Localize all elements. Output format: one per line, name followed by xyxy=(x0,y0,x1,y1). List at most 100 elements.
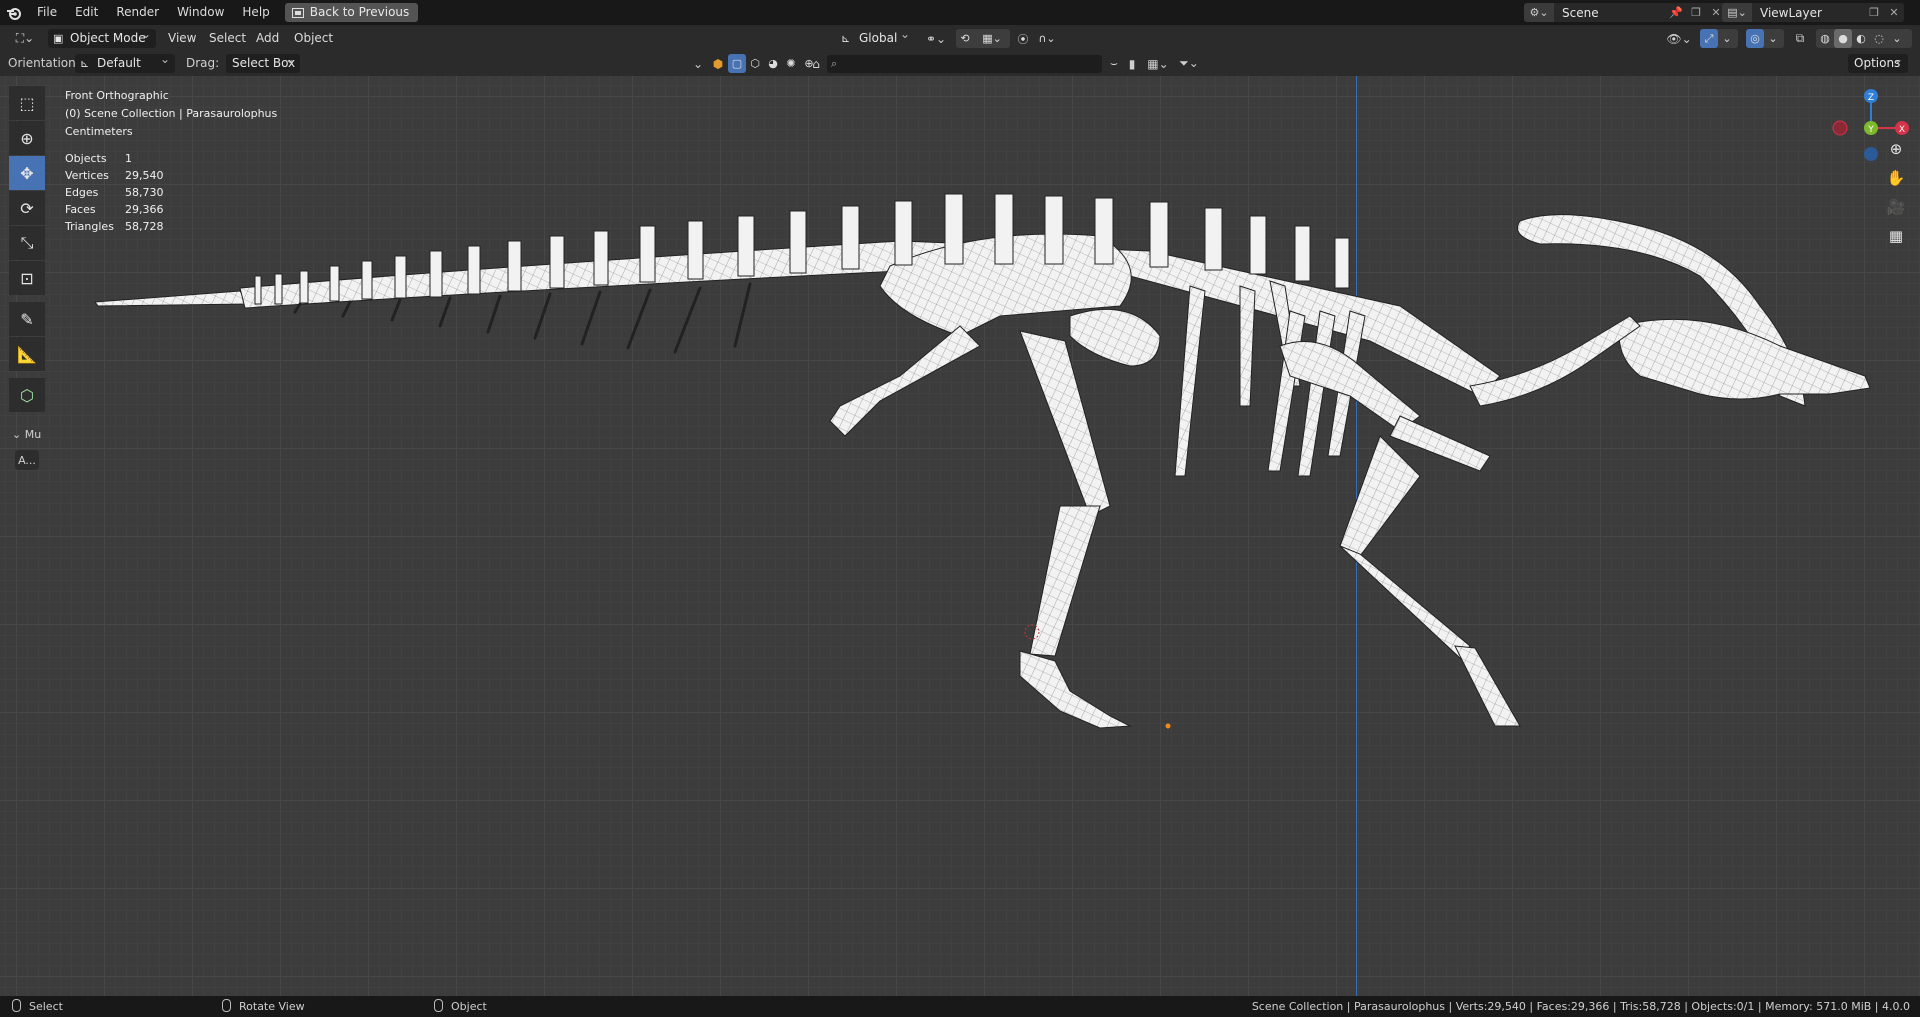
gizmo-dropdown-icon[interactable]: ⌄ xyxy=(1718,29,1736,48)
toolbar-extra-button[interactable]: A... xyxy=(15,450,39,470)
orientation-dropdown[interactable]: ⊾ Default xyxy=(75,50,175,73)
snap-toggle-icon[interactable]: ⟲ xyxy=(956,29,974,48)
view-name: Front Orthographic xyxy=(65,89,169,102)
collapse-chevron-icon[interactable]: ⌄ xyxy=(690,54,706,73)
select-mode-icon[interactable]: ▢ xyxy=(728,54,746,73)
outliner-search-input[interactable]: ⌕ xyxy=(827,55,1102,73)
orientation-value: Default xyxy=(97,56,141,70)
view-layer-selector[interactable]: ▤⌄ ViewLayer ❐ ✕ xyxy=(1722,3,1904,22)
toolbar-collapse-label: Mu xyxy=(24,428,42,441)
zoom-icon[interactable]: ⊕ xyxy=(1881,136,1911,162)
overlays-dropdown-icon[interactable]: ⌄ xyxy=(1764,29,1782,48)
select-box-tool-icon[interactable]: ⬚ xyxy=(9,86,45,120)
curve-filter-icon[interactable]: ◕ xyxy=(764,54,782,73)
options-dropdown[interactable]: Options xyxy=(1848,50,1908,73)
orientation-axes-icon: ⊾ xyxy=(841,32,851,45)
light-filter-icon[interactable]: ✺ xyxy=(782,54,800,73)
ortho-grid-icon[interactable]: ▦ xyxy=(1881,223,1911,249)
viewport-info: Front Orthographic (0) Scene Collection … xyxy=(65,87,277,141)
menu-window[interactable]: Window xyxy=(168,0,233,25)
new-view-layer-icon[interactable]: ❐ xyxy=(1864,3,1884,22)
camera-view-icon[interactable]: 🎥 xyxy=(1881,194,1911,220)
stat-row-faces: Faces 29,366 xyxy=(65,203,164,216)
proportional-editing-icon[interactable]: ⦿ xyxy=(1014,29,1032,48)
menu-file[interactable]: File xyxy=(28,0,66,25)
blender-logo-icon[interactable] xyxy=(0,0,28,25)
mesh-filter-icon[interactable]: ⬡ xyxy=(746,54,764,73)
neg-z-axis-icon[interactable] xyxy=(1864,147,1878,161)
empty-filter-icon[interactable]: ⌂ xyxy=(808,54,824,73)
status-info: Scene Collection | Parasaurolophus | Ver… xyxy=(1251,1000,1910,1013)
object-mode-icon: ▣ xyxy=(53,32,64,45)
orientation-label: Orientation: xyxy=(8,56,80,70)
pan-hand-icon[interactable]: ✋ xyxy=(1881,165,1911,191)
xray-toggle-icon[interactable]: ⧉ xyxy=(1790,29,1810,48)
shading-group: ◍ ● ◐ ◌ ⌄ xyxy=(1816,29,1912,48)
back-to-previous-label: Back to Previous xyxy=(309,5,410,19)
menu-object[interactable]: Object xyxy=(294,29,333,48)
menu-render[interactable]: Render xyxy=(107,0,168,25)
y-axis-label: Y xyxy=(1867,125,1874,135)
visibility-icon[interactable]: 👁⌄ xyxy=(1664,29,1694,48)
menu-help[interactable]: Help xyxy=(233,0,278,25)
move-tool-icon[interactable]: ✥ xyxy=(9,156,45,190)
filter-icon[interactable]: ⏷⌄ xyxy=(1174,54,1204,73)
drag-label: Drag: xyxy=(186,56,220,70)
menu-select[interactable]: Select xyxy=(209,29,246,48)
collapse-arrow-icon: ⌄ xyxy=(12,428,22,441)
neg-x-axis-icon[interactable] xyxy=(1832,120,1848,136)
gizmo-toggle-icon[interactable]: ⤢ xyxy=(1700,29,1718,48)
material-shading-icon[interactable]: ◐ xyxy=(1852,29,1870,48)
menu-view[interactable]: View xyxy=(168,29,196,48)
drag-value: Select Box xyxy=(232,56,296,70)
measure-tool-icon[interactable]: 📐 xyxy=(9,337,45,371)
scene-icon: ⚙⌄ xyxy=(1524,3,1554,22)
parasaurolophus-mesh[interactable] xyxy=(0,76,1920,996)
bookmark-icon[interactable]: ▮ xyxy=(1124,54,1140,73)
proportional-group: ⦿ ∩⌄ xyxy=(1014,29,1062,48)
solid-shading-icon[interactable]: ● xyxy=(1834,29,1852,48)
cursor-tool-icon[interactable]: ⊕ xyxy=(9,121,45,155)
pivot-point-icon[interactable]: ⚭⌄ xyxy=(922,29,950,48)
scene-selector[interactable]: ⚙⌄ Scene 📌 ❐ ✕ xyxy=(1524,3,1726,22)
tool-shelf: ⬚ ⊕ ✥ ⟳ ⤡ ⊡ ✎ 📐 ⬡ xyxy=(9,86,47,413)
delete-view-layer-icon[interactable]: ✕ xyxy=(1884,3,1904,22)
mouse-middle-icon xyxy=(222,999,231,1012)
object-filter-icon[interactable]: ⬢ xyxy=(710,54,726,73)
rendered-shading-icon[interactable]: ◌ xyxy=(1870,29,1888,48)
new-scene-icon[interactable]: ❐ xyxy=(1686,3,1706,22)
mode-label: Object Mode xyxy=(70,31,146,45)
scale-tool-icon[interactable]: ⤡ xyxy=(9,226,45,260)
rotate-tool-icon[interactable]: ⟳ xyxy=(9,191,45,225)
transform-orientation-label: Global xyxy=(859,31,898,45)
annotate-tool-icon[interactable]: ✎ xyxy=(9,302,45,336)
toolbar-collapse[interactable]: ⌄ Mu xyxy=(12,428,41,441)
drag-dropdown[interactable]: Select Box xyxy=(226,50,300,73)
snap-group: ⟲ ▦⌄ xyxy=(956,29,1010,48)
menu-add[interactable]: Add xyxy=(256,29,279,48)
gizmo-group: ⤢ ⌄ xyxy=(1700,29,1738,48)
wireframe-shading-icon[interactable]: ◍ xyxy=(1816,29,1834,48)
fullscreen-icon xyxy=(291,7,304,18)
overlays-toggle-icon[interactable]: ◎ xyxy=(1746,29,1764,48)
add-cube-tool-icon[interactable]: ⬡ xyxy=(9,378,45,412)
view-layer-icon: ▤⌄ xyxy=(1722,3,1752,22)
restrict-toggle-icon[interactable]: ▦⌄ xyxy=(1144,54,1172,73)
z-axis-label: Z xyxy=(1868,93,1874,103)
view-layer-name[interactable]: ViewLayer xyxy=(1752,6,1864,20)
3d-viewport[interactable]: ⬚ ⊕ ✥ ⟳ ⤡ ⊡ ✎ 📐 ⬡ ⌄ Mu A... Front Orthog… xyxy=(0,76,1920,996)
back-to-previous-button[interactable]: Back to Previous xyxy=(284,3,419,22)
editor-type-icon[interactable]: ⛶⌄ xyxy=(10,29,40,48)
snap-target-icon[interactable]: ▦⌄ xyxy=(974,29,1010,48)
falloff-icon[interactable]: ∩⌄ xyxy=(1032,29,1062,48)
transform-tool-icon[interactable]: ⊡ xyxy=(9,261,45,295)
scene-name[interactable]: Scene xyxy=(1554,6,1666,20)
status-left-click: Select xyxy=(12,996,63,1017)
transform-orientation-dropdown[interactable]: ⊾ Global xyxy=(837,25,915,48)
mode-dropdown[interactable]: ▣ Object Mode xyxy=(48,25,156,48)
menu-edit[interactable]: Edit xyxy=(66,0,107,25)
units-label: Centimeters xyxy=(65,125,133,138)
pin-icon[interactable]: 📌 xyxy=(1666,3,1686,22)
clear-search-icon[interactable]: ⌣ xyxy=(1105,54,1123,73)
shading-dropdown-icon[interactable]: ⌄ xyxy=(1888,29,1906,48)
